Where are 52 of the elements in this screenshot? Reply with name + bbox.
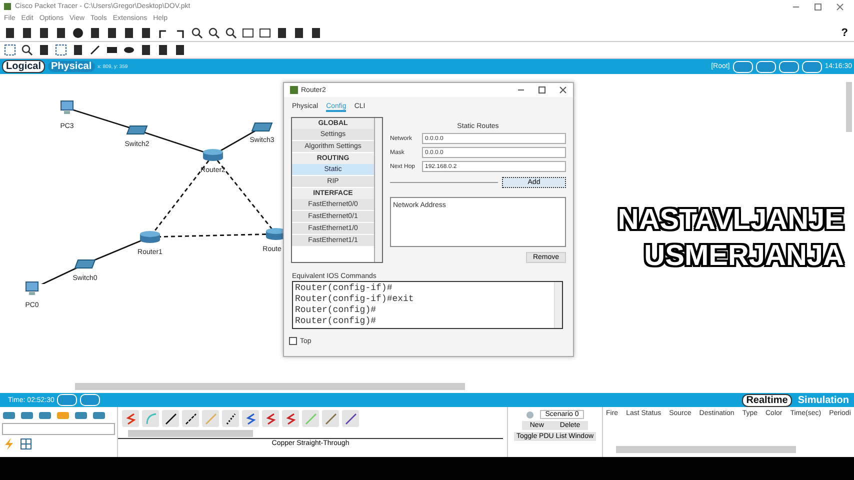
overlay-caption: NASTAVLJANJE (618, 203, 844, 238)
router-logo-icon (290, 86, 298, 94)
mode-tab[interactable]: Realtime (742, 394, 792, 406)
top-checkbox[interactable] (289, 337, 297, 345)
workspace-tab[interactable]: Logical (2, 60, 46, 73)
ios-scrollbar[interactable] (554, 282, 562, 328)
navigation-pill-button[interactable] (802, 60, 822, 72)
zoom-out-icon[interactable] (208, 26, 220, 38)
line-icon[interactable] (89, 44, 101, 56)
zoom-in-icon[interactable] (191, 26, 203, 38)
overlay-caption: USMERJANJA (644, 239, 844, 274)
pdu-scrollbar[interactable] (616, 446, 796, 453)
switch-icon[interactable] (74, 259, 96, 269)
switch-icon[interactable] (251, 122, 273, 132)
select-icon[interactable] (4, 44, 16, 56)
marquee-icon[interactable] (55, 44, 67, 56)
horizontal-scrollbar[interactable] (75, 383, 465, 390)
ios-command-line: Router(config-if)# (295, 283, 394, 294)
window-icon[interactable] (259, 26, 271, 38)
cable-type-button[interactable] (162, 410, 179, 427)
search-icon[interactable] (21, 44, 33, 56)
pc-icon[interactable] (59, 100, 75, 115)
device-search-field[interactable] (2, 423, 115, 435)
ios-command-line: Router(config)# (295, 316, 378, 327)
power-cycle-button[interactable] (57, 394, 78, 406)
navigation-pill-button[interactable] (778, 60, 799, 72)
close-icon[interactable] (836, 2, 844, 10)
navigation-pill-button[interactable] (732, 60, 753, 72)
rectangle-shape-icon[interactable] (106, 44, 118, 56)
app-logo-icon (3, 2, 12, 11)
router-icon[interactable] (202, 148, 224, 162)
vertical-scrollbar[interactable] (846, 82, 852, 132)
navigation-pill-button[interactable] (756, 60, 776, 72)
maximize-icon[interactable] (538, 86, 546, 94)
switch-icon[interactable] (126, 125, 148, 135)
rectangle-icon[interactable] (242, 26, 254, 38)
ios-command-line: Router(config)# (295, 305, 378, 316)
maximize-icon[interactable] (814, 2, 822, 10)
close-icon[interactable] (559, 86, 567, 94)
pc-icon[interactable] (24, 281, 40, 296)
grid-icon[interactable] (20, 438, 32, 450)
cable-type-button[interactable] (222, 410, 239, 427)
workspace-tab[interactable]: Physical (48, 61, 95, 72)
sidebar-scrollbar[interactable] (375, 118, 382, 262)
cable-type-button[interactable] (182, 410, 199, 427)
ellipse-icon[interactable] (123, 44, 135, 56)
cable-scrollbar[interactable] (128, 430, 253, 437)
help-button[interactable]: ? (841, 26, 848, 38)
scenario-dot-icon (526, 410, 534, 418)
ios-command-line: Router(config-if)#exit (295, 294, 415, 305)
zoom-reset-icon[interactable] (225, 26, 237, 38)
fast-forward-button[interactable] (80, 394, 100, 406)
